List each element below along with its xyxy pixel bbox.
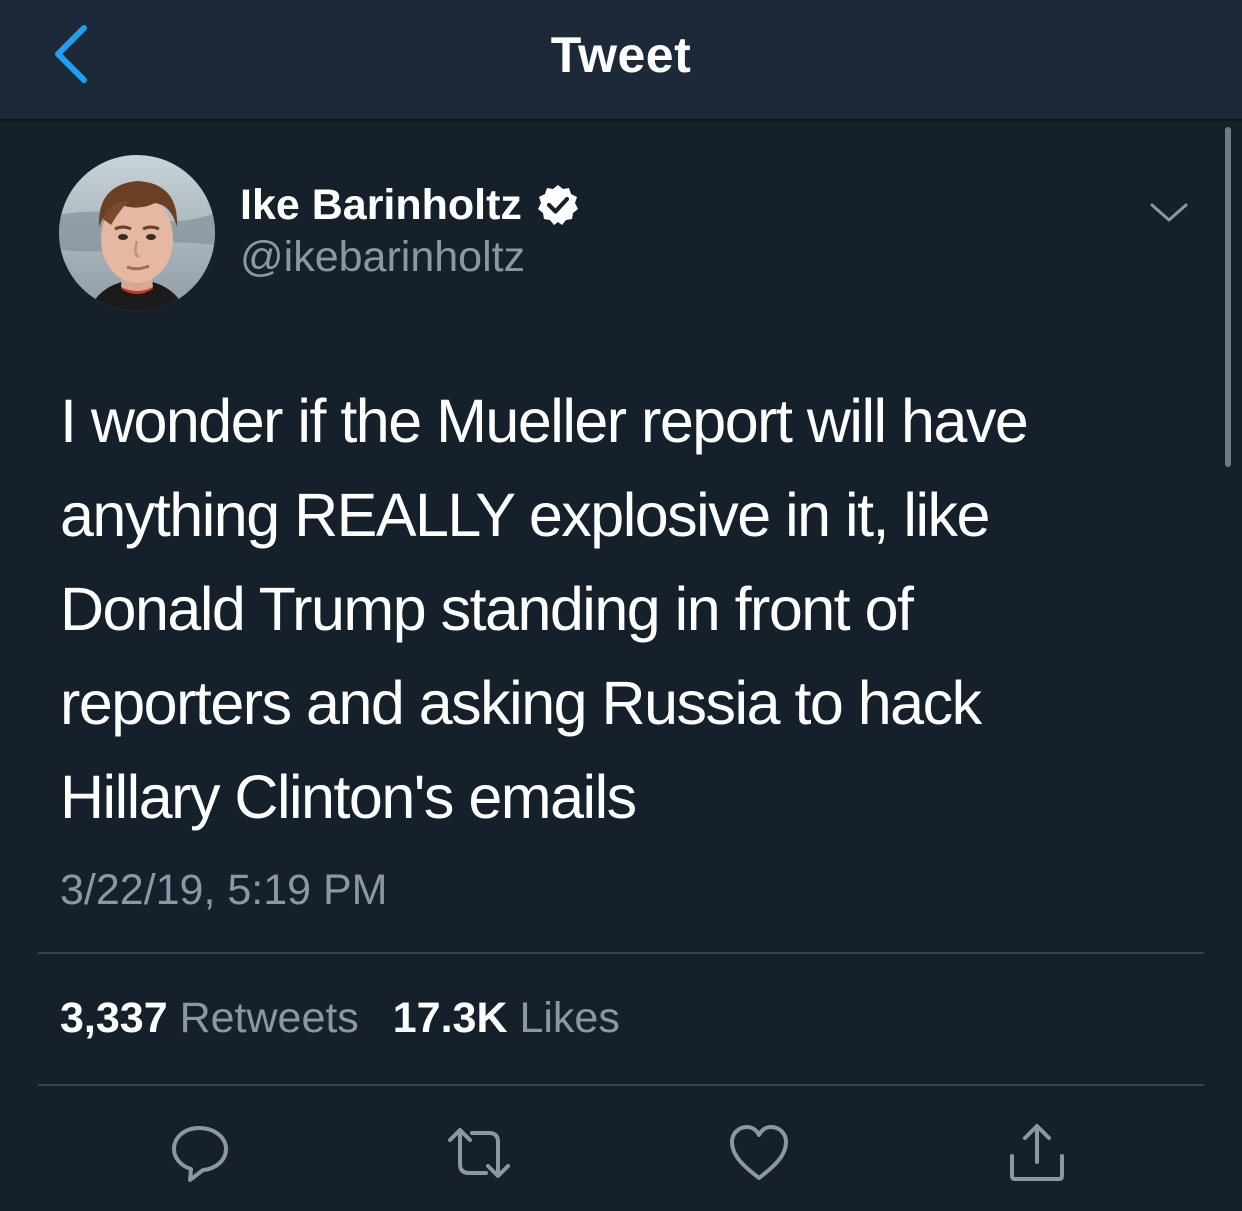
author-handle[interactable]: @ikebarinholtz	[240, 233, 525, 282]
retweets-label: Retweets	[179, 994, 359, 1042]
like-icon	[730, 1125, 788, 1180]
tweet-text-line: I wonder if the Mueller report will have	[60, 387, 1029, 455]
like-button[interactable]	[724, 1118, 794, 1188]
author-display-name[interactable]: Ike Barinholtz	[240, 181, 522, 230]
scrollbar[interactable]	[1225, 127, 1231, 467]
tweet-text-line: anything REALLY explosive in it, like	[60, 481, 990, 549]
likes-count: 17.3K	[392, 994, 508, 1042]
engagement-stats: 3,337 Retweets 17.3K Likes	[60, 994, 642, 1043]
retweet-button[interactable]	[444, 1118, 514, 1188]
tweet-text: I wonder if the Mueller report will have…	[60, 374, 1160, 844]
tweet-timestamp[interactable]: 3/22/19, 5:19 PM	[60, 866, 388, 915]
retweets-count: 3,337	[60, 994, 168, 1042]
retweets-stat[interactable]: 3,337 Retweets	[60, 994, 359, 1042]
verified-badge-icon	[537, 185, 578, 225]
likes-label: Likes	[519, 994, 620, 1042]
avatar[interactable]	[59, 155, 215, 311]
avatar-image	[59, 155, 215, 311]
reply-icon	[172, 1126, 228, 1182]
tweet-text-line: Donald Trump standing in front of	[60, 575, 914, 643]
top-nav-bar: Tweet	[0, 0, 1242, 121]
divider	[38, 952, 1204, 954]
more-options-button[interactable]	[1148, 196, 1190, 228]
likes-stat[interactable]: 17.3K Likes	[393, 994, 620, 1042]
chevron-down-icon	[1150, 203, 1188, 222]
share-icon	[1010, 1124, 1064, 1181]
page-title: Tweet	[550, 27, 692, 83]
author-name-row[interactable]: Ike Barinholtz	[240, 178, 580, 232]
tweet-text-line: reporters and asking Russia to hack	[60, 669, 982, 737]
tweet-action-bar	[0, 1118, 1242, 1188]
divider	[38, 1084, 1204, 1086]
reply-button[interactable]	[166, 1118, 236, 1188]
tweet-text-line: Hillary Clinton's emails	[60, 763, 637, 831]
retweet-icon	[448, 1128, 510, 1178]
share-button[interactable]	[1002, 1118, 1072, 1188]
